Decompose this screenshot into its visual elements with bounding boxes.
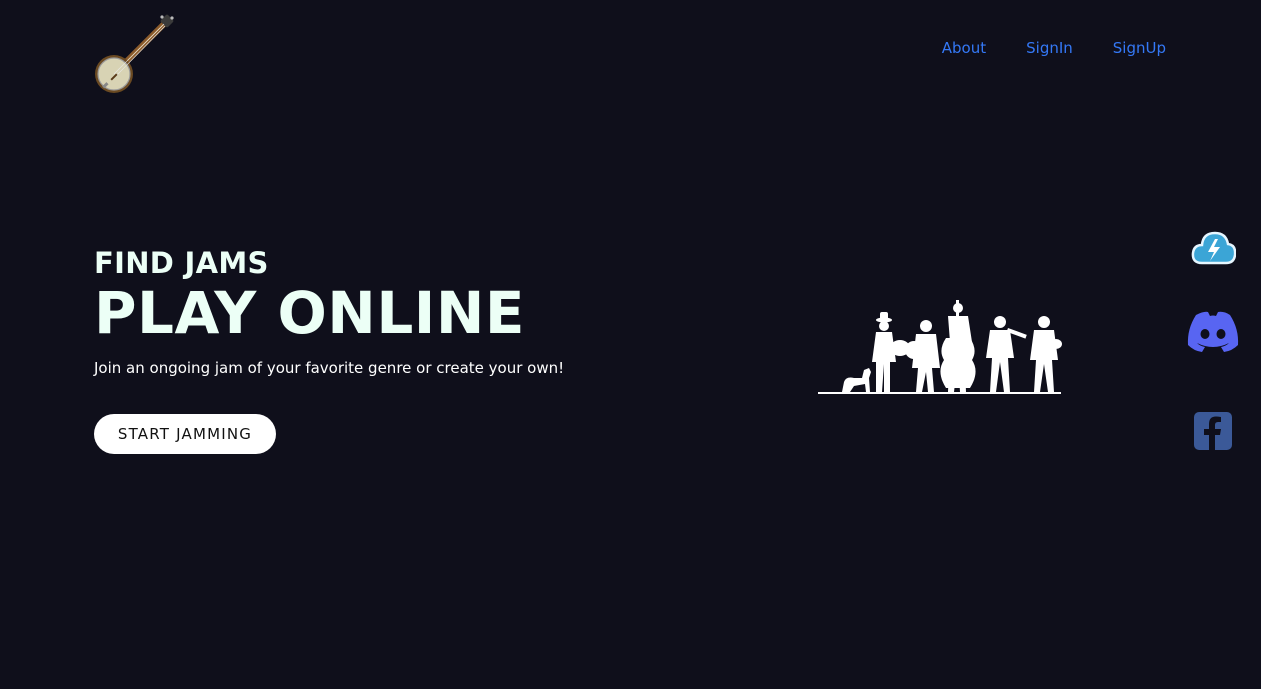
facebook-icon[interactable] — [1183, 408, 1243, 454]
discord-icon[interactable] — [1183, 309, 1243, 355]
hero-title: PLAY ONLINE — [94, 279, 526, 347]
nav-signup-link[interactable]: SignUp — [1113, 38, 1166, 58]
hero-section: FIND JAMS PLAY ONLINE Join an ongoing ja… — [94, 244, 564, 378]
hero-subtitle: Join an ongoing jam of your favorite gen… — [94, 359, 565, 377]
top-nav: About SignIn SignUp — [942, 38, 1166, 58]
start-jamming-button[interactable]: START JAMMING — [94, 414, 276, 454]
banjo-logo-icon[interactable] — [92, 14, 176, 98]
cloud-lightning-icon[interactable] — [1183, 225, 1243, 271]
hero-kicker: FIND JAMS — [94, 246, 269, 280]
nav-about-link[interactable]: About — [942, 38, 986, 58]
nav-signin-link[interactable]: SignIn — [1026, 38, 1073, 58]
band-silhouette-image — [818, 298, 1064, 398]
